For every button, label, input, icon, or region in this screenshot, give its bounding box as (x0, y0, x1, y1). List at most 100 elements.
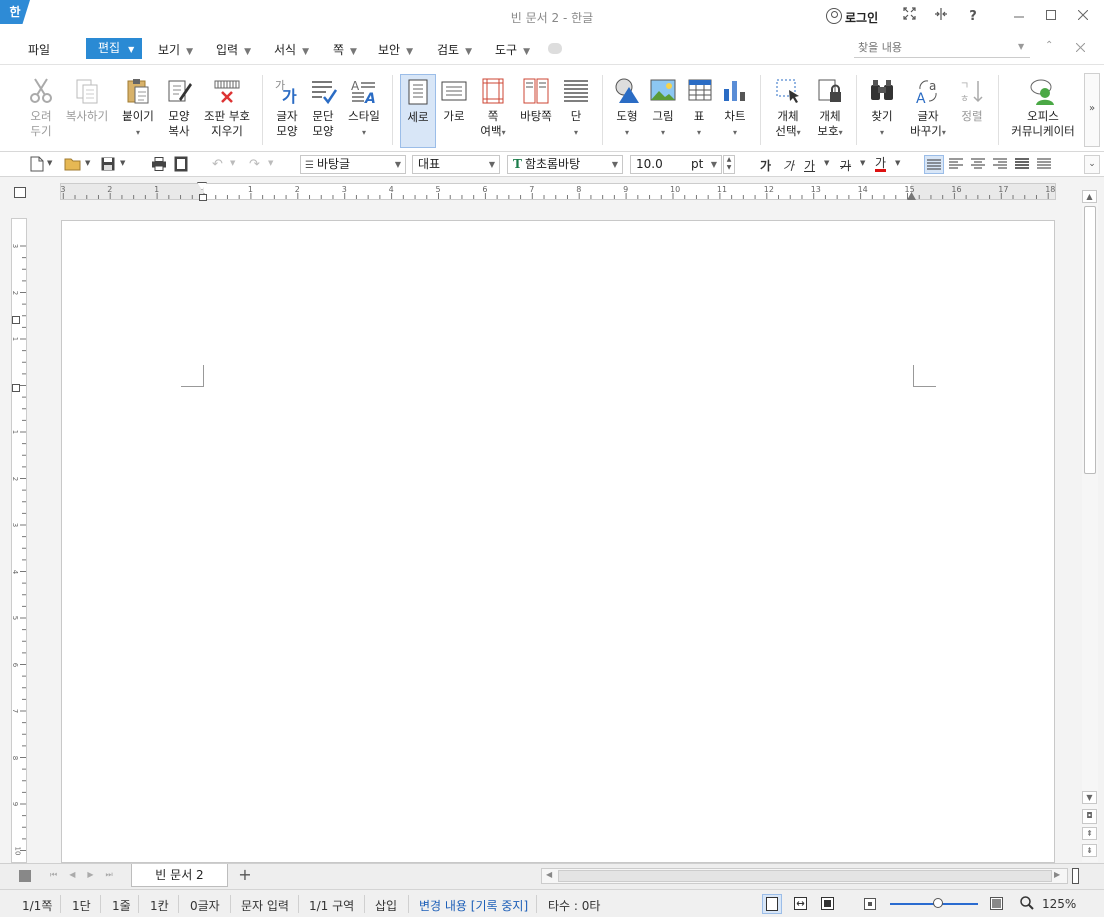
close-panel-icon[interactable] (1075, 41, 1086, 55)
menu-insert[interactable]: 입력 ▼ (216, 41, 251, 58)
fit-page-icon[interactable] (821, 897, 834, 913)
landscape-orientation-button[interactable]: 가로 (438, 77, 470, 124)
replace-button[interactable]: Aa 글자 바꾸기▾ (906, 77, 950, 140)
cut-button[interactable]: 오려 두기 (24, 77, 58, 139)
style-select[interactable]: ☰ 바탕글 ▼ (300, 155, 406, 174)
menu-format[interactable]: 서식 ▼ (274, 41, 309, 58)
save-dropdown-icon[interactable]: ▼ (120, 159, 125, 167)
close-icon[interactable] (1072, 6, 1094, 28)
align-center-button[interactable] (971, 158, 985, 173)
open-dropdown-icon[interactable]: ▼ (85, 159, 90, 167)
split-handle-icon[interactable] (1072, 868, 1079, 884)
page-margin-button[interactable]: 쪽 여백▾ (474, 77, 512, 140)
top-margin-marker[interactable] (12, 316, 20, 324)
vertical-scrollbar[interactable]: ▲ ▼ ◘ ⇞ ⇟ (1082, 190, 1098, 862)
italic-button[interactable]: 가 (783, 157, 794, 174)
strike-dropdown-icon[interactable]: ▼ (860, 159, 865, 167)
bold-button[interactable]: 가 (760, 157, 771, 174)
paste-button[interactable]: 붙이기 ▾ (118, 77, 158, 140)
header-marker[interactable] (12, 384, 20, 392)
tab-type-selector[interactable] (14, 187, 26, 198)
fullscreen-icon[interactable] (898, 6, 920, 28)
open-folder-icon[interactable] (64, 157, 82, 174)
font-color-button[interactable]: 가 (875, 157, 887, 172)
new-dropdown-icon[interactable]: ▼ (47, 159, 52, 167)
status-insert-mode[interactable]: 삽입 (375, 897, 397, 914)
underline-dropdown-icon[interactable]: ▼ (824, 159, 829, 167)
picture-button[interactable]: 그림 ▾ (648, 77, 678, 140)
toolbar-expand-button[interactable]: ⌄ (1084, 155, 1100, 174)
minimize-icon[interactable] (1008, 6, 1030, 28)
scroll-thumb[interactable] (1084, 206, 1096, 474)
font-select[interactable]: T 함초롬바탕 ▼ (507, 155, 623, 174)
menu-file[interactable]: 파일 (28, 41, 50, 58)
fit-width-icon[interactable] (794, 897, 807, 913)
page-view-icon[interactable] (762, 894, 782, 914)
undo-icon[interactable]: ↶ (212, 157, 223, 172)
format-copy-button[interactable]: 모양 복사 (162, 77, 196, 139)
select-object-icon[interactable]: ◘ (1082, 809, 1097, 824)
master-page-button[interactable]: 바탕쪽 (516, 77, 556, 124)
search-input[interactable] (854, 38, 1030, 58)
align-split-button[interactable] (1037, 158, 1051, 173)
ribbon-expand-button[interactable]: » (1084, 73, 1100, 147)
char-shape-button[interactable]: 가가 글자 모양 (270, 77, 304, 139)
language-select[interactable]: 대표 ▼ (412, 155, 500, 174)
shape-button[interactable]: 도형 ▾ (612, 77, 642, 140)
object-select-button[interactable]: 개체 선택▾ (770, 77, 806, 140)
menu-edit[interactable]: 편집 ▼ (86, 38, 142, 59)
erase-markup-button[interactable]: 조판 부호 지우기 (200, 77, 254, 139)
preview-icon[interactable] (174, 156, 188, 175)
scroll-up-icon[interactable]: ▲ (1082, 190, 1097, 203)
maximize-icon[interactable] (1040, 6, 1062, 28)
split-view-icon[interactable] (930, 6, 952, 28)
zoom-level[interactable]: 125% (1042, 897, 1076, 911)
font-color-dropdown-icon[interactable]: ▼ (895, 159, 900, 167)
sort-button[interactable]: ㄱㅎ 정렬 (956, 77, 988, 124)
column-button[interactable]: 단 ▾ (562, 77, 590, 140)
chevron-up-icon[interactable]: ⌃ (1045, 40, 1053, 51)
user-icon[interactable] (826, 8, 842, 24)
underline-button[interactable]: 가 (804, 157, 815, 174)
messenger-icon[interactable] (548, 43, 562, 54)
font-size-input[interactable]: 10.0 pt ▼ (630, 155, 722, 174)
redo-dropdown-icon[interactable]: ▼ (268, 159, 273, 167)
horizontal-scroll-thumb[interactable] (558, 870, 1052, 882)
help-icon[interactable]: ? (962, 6, 984, 28)
menu-tools[interactable]: 도구 ▼ (495, 41, 530, 58)
print-icon[interactable] (151, 157, 167, 174)
zoom-slider-thumb[interactable] (933, 898, 944, 908)
save-icon[interactable] (101, 157, 115, 174)
tab-navigation-icons[interactable]: ⏮◀▶⏭ (50, 870, 125, 880)
office-communicator-button[interactable]: 오피스 커뮤니케이터 (1006, 77, 1080, 139)
align-justify-button[interactable] (924, 155, 944, 174)
magnifier-icon[interactable] (1020, 896, 1034, 913)
menu-security[interactable]: 보안 ▼ (378, 41, 413, 58)
vertical-ruler[interactable]: 3 2 1 1 2 3 4 5 6 7 8 9 10 (11, 218, 27, 863)
menu-view[interactable]: 보기 ▼ (158, 41, 193, 58)
redo-icon[interactable]: ↷ (249, 157, 260, 172)
status-input-mode[interactable]: 문자 입력 (241, 897, 289, 914)
tab-document-2[interactable]: 빈 문서 2 (131, 864, 228, 887)
object-protect-button[interactable]: 개체 보호▾ (812, 77, 848, 140)
find-button[interactable]: 찾기 ▾ (866, 77, 898, 140)
copy-button[interactable]: 복사하기 (62, 77, 112, 124)
align-distribute-button[interactable] (1015, 158, 1029, 173)
strikethrough-button[interactable]: 가 (840, 157, 851, 174)
status-page[interactable]: 1/1쪽 (22, 897, 52, 914)
align-right-button[interactable] (993, 158, 1007, 173)
search-dropdown-icon[interactable]: ▼ (1018, 42, 1024, 51)
left-indent-marker[interactable] (199, 194, 207, 201)
status-track-changes[interactable]: 변경 내용 [기록 중지] (419, 897, 528, 914)
scroll-left-icon[interactable]: ◀ (546, 870, 552, 879)
new-document-icon[interactable] (30, 156, 44, 175)
zoom-out-icon[interactable] (864, 898, 876, 913)
align-left-button[interactable] (949, 158, 963, 173)
add-tab-button[interactable]: + (230, 864, 260, 886)
next-page-icon[interactable]: ⇟ (1082, 844, 1097, 857)
scroll-down-icon[interactable]: ▼ (1082, 791, 1097, 804)
portrait-orientation-button[interactable]: 세로 (400, 74, 436, 148)
sheet-icon[interactable] (19, 870, 31, 882)
menu-page[interactable]: 쪽 ▼ (333, 41, 357, 58)
scroll-right-icon[interactable]: ▶ (1054, 870, 1060, 879)
